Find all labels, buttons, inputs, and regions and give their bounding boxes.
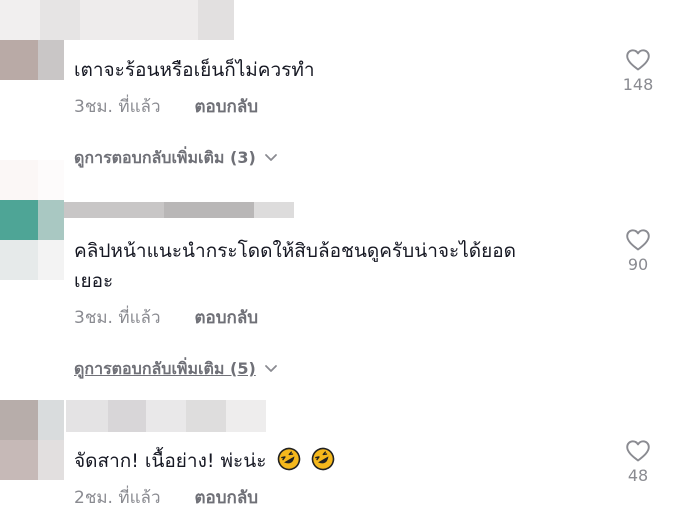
view-more-label: ดูการตอบกลับเพิ่มเติม (3) (74, 148, 256, 167)
heart-outline-icon (626, 229, 650, 251)
like-button[interactable]: 48 (613, 439, 663, 485)
view-more-replies-button[interactable]: ดูการตอบกลับเพิ่มเติม (5) (74, 358, 278, 380)
avatar[interactable] (0, 400, 64, 480)
rolling-on-floor-laughing-icon (277, 447, 300, 471)
heart-outline-icon (626, 440, 650, 462)
comment-text-line-1: คลิปหน้าแนะนำกระโดดให้สิบล้อชนดูครับน่าจ… (74, 240, 516, 262)
username-censored[interactable] (66, 400, 266, 432)
reply-button[interactable]: ตอบกลับ (195, 307, 259, 329)
like-button[interactable]: 148 (613, 48, 663, 94)
heart-outline-icon (626, 49, 650, 71)
reply-button[interactable]: ตอบกลับ (195, 96, 259, 118)
view-more-replies-button[interactable]: ดูการตอบกลับเพิ่มเติม (3) (74, 147, 278, 169)
comment-meta: 2ชม. ที่แล้ว ตอบกลับ (74, 487, 258, 509)
username-censored[interactable] (0, 0, 234, 40)
like-button[interactable]: 90 (613, 228, 663, 274)
avatar[interactable] (0, 40, 64, 80)
like-count: 48 (627, 466, 649, 485)
like-count: 148 (622, 75, 654, 94)
comment-meta: 3ชม. ที่แล้ว ตอบกลับ (74, 307, 258, 329)
comment-text-body: จัดสาก! เนื้อย่าง! พ่ะน่ะ (74, 450, 267, 472)
chevron-down-icon (264, 365, 277, 372)
rolling-on-floor-laughing-icon (311, 447, 334, 471)
comment-time: 3ชม. ที่แล้ว (74, 308, 161, 328)
comment-time: 3ชม. ที่แล้ว (74, 97, 161, 117)
reply-button[interactable]: ตอบกลับ (195, 487, 259, 509)
avatar[interactable] (0, 160, 64, 280)
comment-text: จัดสาก! เนื้อย่าง! พ่ะน่ะ (74, 446, 594, 476)
comment-text: เตาจะร้อนหรือเย็นก็ไม่ควรทำ (74, 59, 315, 81)
chevron-down-icon (264, 154, 277, 161)
comment-text: คลิปหน้าแนะนำกระโดดให้สิบล้อชนดูครับน่าจ… (74, 236, 594, 296)
like-count: 90 (627, 255, 649, 274)
username-censored[interactable] (64, 202, 294, 218)
view-more-label: ดูการตอบกลับเพิ่มเติม (5) (74, 359, 256, 378)
comment-meta: 3ชม. ที่แล้ว ตอบกลับ (74, 96, 258, 118)
comment-time: 2ชม. ที่แล้ว (74, 488, 161, 508)
comment-text-line-2: เยอะ (74, 270, 114, 292)
